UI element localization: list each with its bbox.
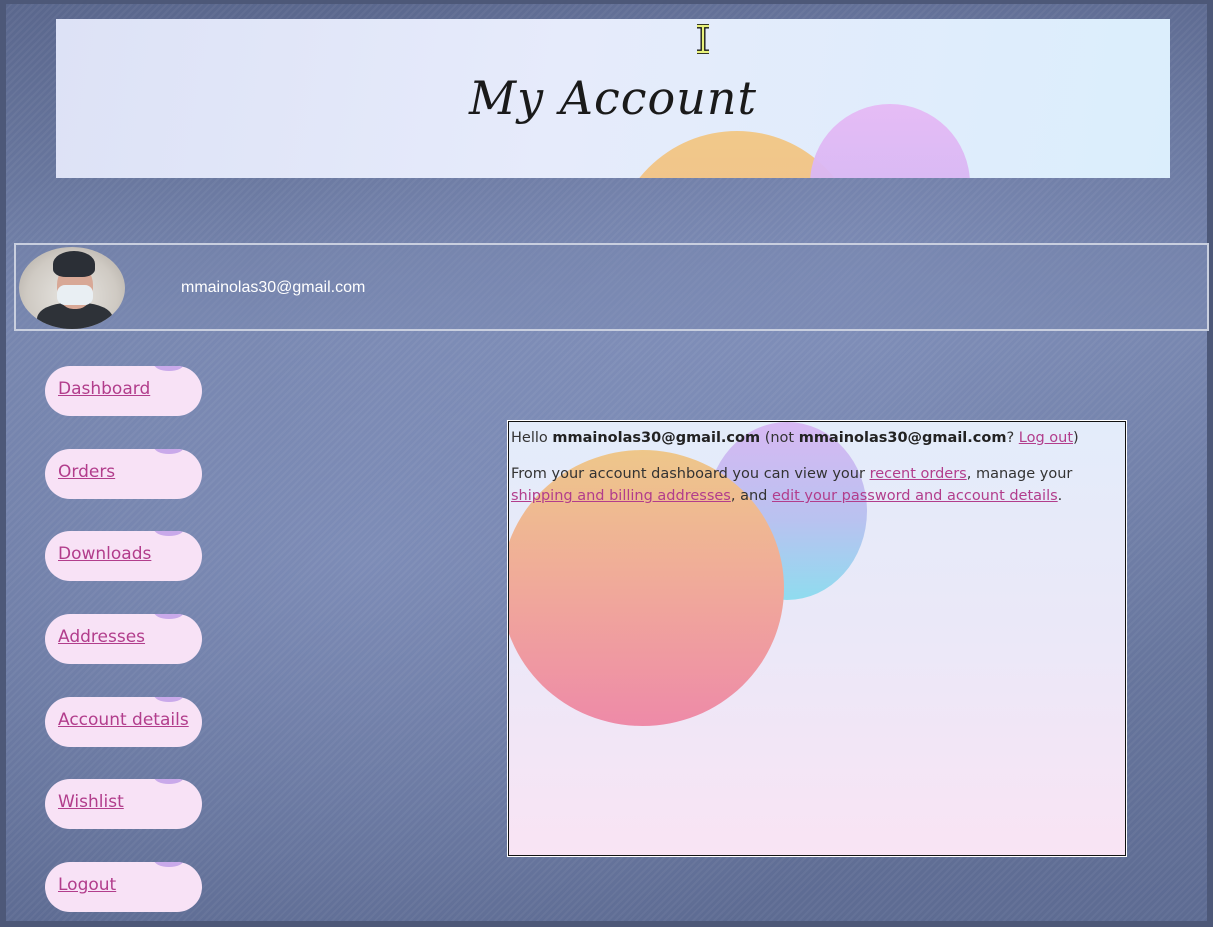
nav-link-account-details[interactable]: Account details: [58, 710, 189, 730]
nav-link-logout[interactable]: Logout: [58, 875, 116, 895]
dashboard-content: Hello mmainolas30@gmail.com (not mmainol…: [507, 420, 1127, 857]
addresses-link[interactable]: shipping and billing addresses: [511, 488, 731, 504]
nav-item-orders[interactable]: Orders: [45, 449, 202, 499]
dashboard-text: Hello mmainolas30@gmail.com (not mmainol…: [511, 427, 1119, 521]
nav-item-addresses[interactable]: Addresses: [45, 614, 202, 664]
profile-email: mmainolas30@gmail.com: [181, 279, 366, 296]
greeting-user: mmainolas30@gmail.com: [552, 430, 761, 446]
page-title: My Account: [469, 71, 757, 125]
profile-bar: mmainolas30@gmail.com: [14, 243, 1209, 331]
logout-link[interactable]: Log out: [1019, 430, 1073, 446]
nav-item-account-details[interactable]: Account details: [45, 697, 202, 747]
account-details-link[interactable]: edit your password and account details: [772, 488, 1058, 504]
intro-paragraph: From your account dashboard you can view…: [511, 466, 1073, 504]
text-cursor-icon: [697, 24, 709, 54]
nav-item-dashboard[interactable]: Dashboard: [45, 366, 202, 416]
account-banner: My Account: [56, 19, 1170, 178]
nav-item-wishlist[interactable]: Wishlist: [45, 779, 202, 829]
nav-link-wishlist[interactable]: Wishlist: [58, 792, 124, 812]
nav-item-logout[interactable]: Logout: [45, 862, 202, 912]
nav-item-downloads[interactable]: Downloads: [45, 531, 202, 581]
nav-link-downloads[interactable]: Downloads: [58, 544, 151, 564]
nav-link-addresses[interactable]: Addresses: [58, 627, 145, 647]
avatar: [19, 247, 125, 329]
nav-link-dashboard[interactable]: Dashboard: [58, 379, 150, 399]
nav-link-orders[interactable]: Orders: [58, 462, 115, 482]
greeting-user-again: mmainolas30@gmail.com: [798, 430, 1007, 446]
greeting-line: Hello mmainolas30@gmail.com (not mmainol…: [511, 430, 1079, 446]
recent-orders-link[interactable]: recent orders: [870, 466, 967, 482]
